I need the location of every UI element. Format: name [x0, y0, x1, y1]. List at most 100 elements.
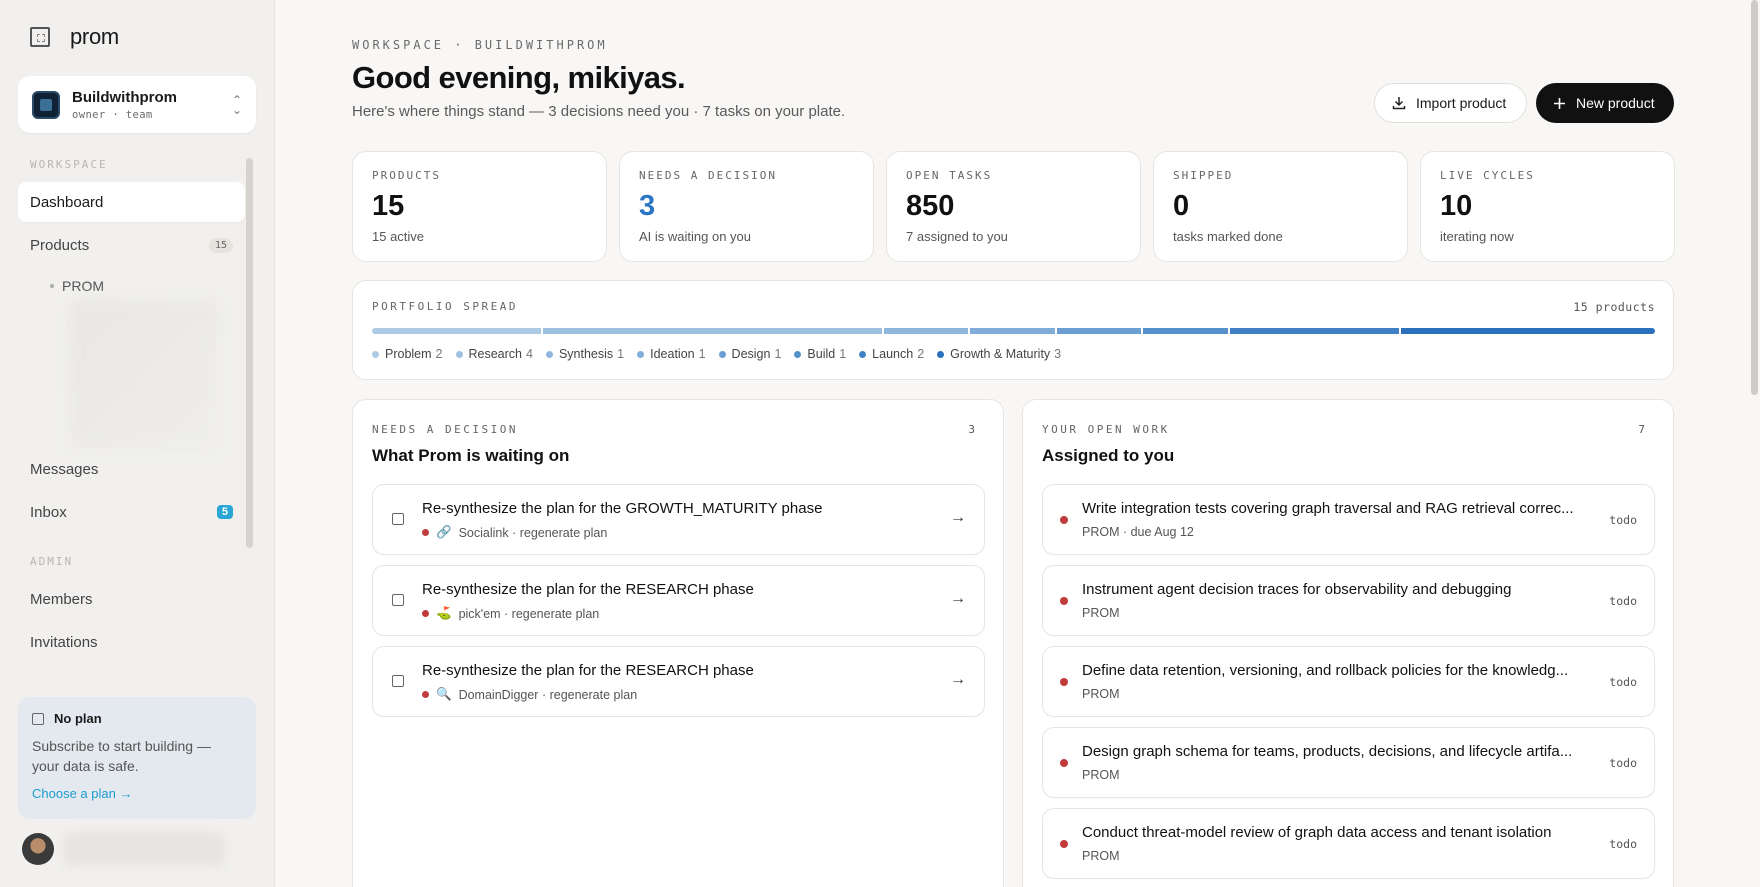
user-menu[interactable]	[22, 832, 224, 866]
portfolio-title: PORTFOLIO SPREAD	[372, 300, 518, 313]
stat-card-products[interactable]: PRODUCTS 15 15 active	[352, 151, 607, 262]
decision-row[interactable]: Re-synthesize the plan for the RESEARCH …	[372, 646, 985, 717]
workspace-role: owner · team	[72, 108, 153, 121]
plan-icon	[32, 712, 44, 725]
page-title: Good evening, mikiyas.	[352, 60, 686, 95]
legend-item: Growth & Maturity 3	[937, 347, 1061, 361]
stat-value: 850	[906, 190, 955, 222]
decision-title: Re-synthesize the plan for the GROWTH_MA…	[422, 500, 823, 517]
sidebar-item-product-prom[interactable]: PROM	[50, 278, 104, 294]
plan-icon	[392, 594, 404, 606]
legend-dot-icon	[637, 350, 645, 358]
status-dot	[422, 691, 429, 698]
legend-item: Ideation 1	[637, 347, 706, 361]
task-row[interactable]: Instrument agent decision traces for obs…	[1042, 565, 1655, 636]
legend-count: 2	[435, 347, 443, 361]
legend-item: Research 4	[455, 347, 533, 361]
golf-flag-icon: ⛳	[436, 606, 452, 620]
task-row[interactable]: Write integration tests covering graph t…	[1042, 484, 1655, 555]
link-icon: 🔗	[436, 525, 452, 539]
legend-label: Research 4	[468, 347, 533, 361]
sidebar-item-messages[interactable]: Messages	[18, 449, 245, 489]
stat-value: 15	[372, 190, 405, 222]
stat-subtext: tasks marked done	[1173, 229, 1283, 244]
status-dot	[1060, 678, 1068, 686]
status-dot	[1060, 597, 1068, 605]
portfolio-segment	[1401, 328, 1655, 334]
legend-item: Synthesis 1	[545, 347, 624, 361]
magnifier-icon: 🔍	[436, 687, 452, 701]
brand-name: prom	[70, 24, 119, 49]
stat-card-needs-decision[interactable]: NEEDS A DECISION 3 AI is waiting on you	[619, 151, 874, 262]
stat-value: 10	[1440, 190, 1473, 222]
legend-label: Build 1	[807, 347, 847, 361]
decision-row[interactable]: Re-synthesize the plan for the GROWTH_MA…	[372, 484, 985, 555]
arrow-right-icon: →	[950, 590, 966, 607]
stat-subtext: 7 assigned to you	[906, 229, 1008, 244]
portfolio-distribution-bar	[372, 328, 1655, 334]
task-row[interactable]: Define data retention, versioning, and r…	[1042, 646, 1655, 717]
decision-meta: DomainDigger · regenerate plan	[458, 687, 638, 702]
portfolio-segment	[883, 328, 969, 334]
legend-label: Growth & Maturity 3	[950, 347, 1062, 361]
section-label-workspace: WORKSPACE	[30, 158, 108, 171]
stat-subtext: AI is waiting on you	[639, 229, 752, 244]
workspace-avatar	[32, 90, 60, 119]
legend-count: 1	[698, 347, 706, 361]
legend-item: Design 1	[718, 347, 782, 361]
download-icon	[1392, 97, 1406, 110]
legend-dot-icon	[794, 350, 802, 358]
sidebar: prom Buildwithprom owner · team ⌃ ⌄ WORKS…	[0, 0, 275, 887]
import-product-label: Import product	[1416, 95, 1507, 111]
task-meta: PROM	[1082, 606, 1120, 620]
sidebar-item-invitations[interactable]: Invitations	[18, 622, 245, 662]
page-scrollbar[interactable]	[1751, 0, 1758, 395]
sidebar-item-label: Products	[30, 236, 90, 254]
decision-row[interactable]: Re-synthesize the plan for the RESEARCH …	[372, 565, 985, 636]
legend-count: 2	[917, 347, 925, 361]
sidebar-item-label: Members	[30, 590, 93, 608]
section-label-admin: ADMIN	[30, 555, 74, 568]
decision-title: Re-synthesize the plan for the RESEARCH …	[422, 662, 754, 679]
new-product-button[interactable]: New product	[1536, 83, 1674, 123]
sidebar-item-products[interactable]: Products 15	[18, 225, 245, 265]
sidebar-item-dashboard[interactable]: Dashboard	[18, 182, 245, 222]
legend-dot-icon	[718, 350, 726, 358]
legend-item: Launch 2	[859, 347, 924, 361]
sidebar-item-members[interactable]: Members	[18, 579, 245, 619]
panel-eyebrow: YOUR OPEN WORK	[1042, 423, 1170, 436]
products-count-badge: 15	[208, 237, 233, 253]
page-subtitle: Here's where things stand — 3 decisions …	[352, 103, 846, 120]
sidebar-scrollbar[interactable]	[246, 158, 253, 548]
portfolio-spread-card: PORTFOLIO SPREAD 15 products Problem 2 Res…	[352, 280, 1674, 380]
choose-plan-link[interactable]: Choose a plan →	[32, 786, 242, 801]
task-row[interactable]: Design graph schema for teams, products,…	[1042, 727, 1655, 798]
stat-card-open-tasks[interactable]: OPEN TASKS 850 7 assigned to you	[886, 151, 1141, 262]
arrow-right-icon: →	[950, 509, 966, 526]
task-status: todo	[1609, 837, 1637, 851]
decision-title: Re-synthesize the plan for the RESEARCH …	[422, 581, 754, 598]
stat-card-shipped[interactable]: SHIPPED 0 tasks marked done	[1153, 151, 1408, 262]
legend-dot-icon	[372, 350, 379, 358]
stat-card-live-cycles[interactable]: LIVE CYCLES 10 iterating now	[1420, 151, 1675, 262]
sidebar-item-inbox[interactable]: Inbox 5	[18, 492, 245, 532]
task-row[interactable]: Conduct threat-model review of graph dat…	[1042, 808, 1655, 879]
plan-title: No plan	[54, 711, 102, 726]
portfolio-segment	[543, 328, 882, 334]
import-product-button[interactable]: Import product	[1374, 83, 1527, 123]
legend-count: 1	[774, 347, 782, 361]
prom-logo-icon	[30, 27, 50, 47]
task-title: Conduct threat-model review of graph dat…	[1082, 824, 1552, 841]
sidebar-item-label: Invitations	[30, 633, 98, 651]
workspace-switcher[interactable]: Buildwithprom owner · team ⌃ ⌄	[18, 76, 256, 133]
task-title: Design graph schema for teams, products,…	[1082, 743, 1573, 760]
legend-count: 1	[839, 347, 847, 361]
chevron-up-down-icon: ⌃ ⌄	[231, 92, 242, 117]
stat-label: SHIPPED	[1173, 169, 1234, 182]
task-title: Define data retention, versioning, and r…	[1082, 662, 1569, 679]
brand[interactable]: prom	[30, 24, 119, 50]
stat-label: NEEDS A DECISION	[639, 169, 777, 182]
task-status: todo	[1609, 756, 1637, 770]
status-dot	[422, 529, 429, 536]
sidebar-item-label: Inbox	[30, 503, 67, 521]
